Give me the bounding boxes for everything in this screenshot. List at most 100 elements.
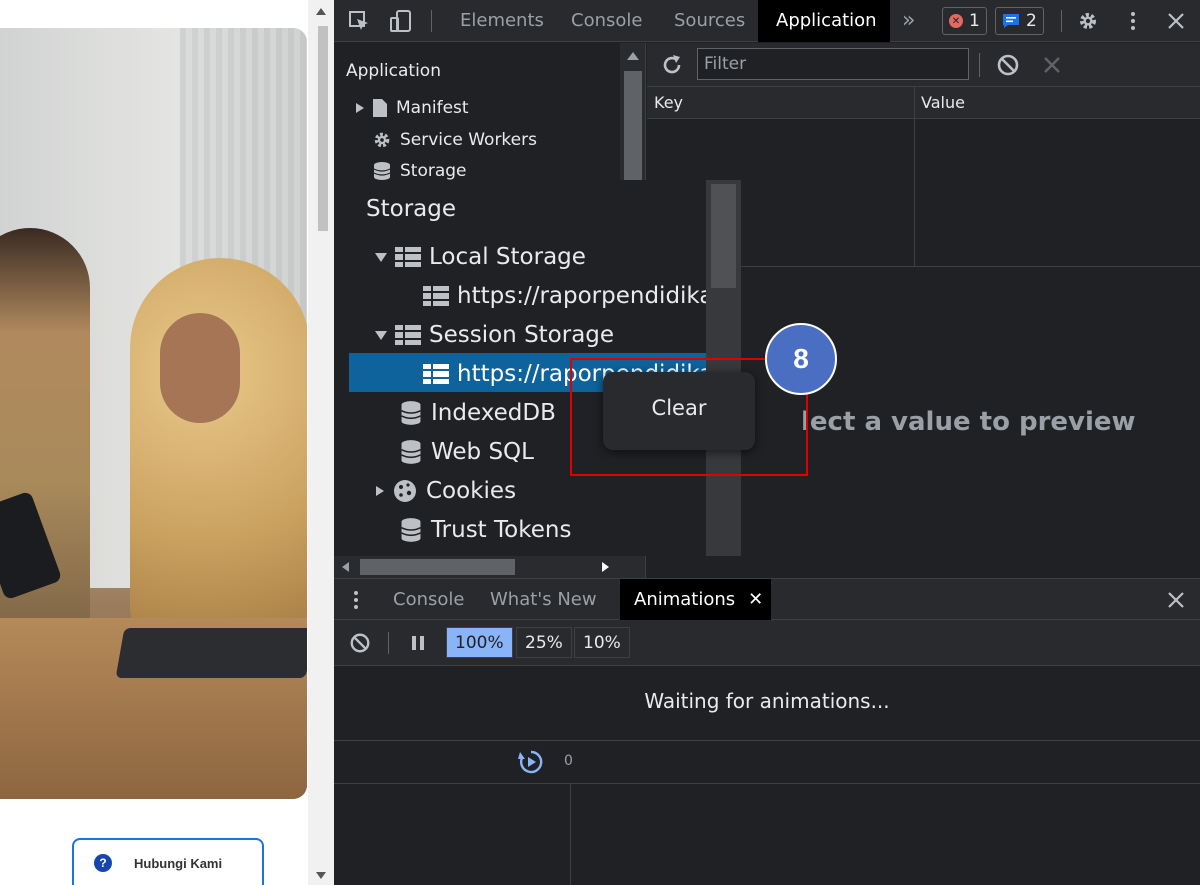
context-menu-clear[interactable]: Clear	[603, 396, 755, 420]
scrollbar-thumb[interactable]	[624, 71, 642, 183]
devtools-drawer: Console What's New Animations ✕ 100% 25%…	[334, 578, 1200, 885]
close-devtools-icon[interactable]	[1165, 10, 1187, 32]
sidebar-item-label: Storage	[400, 161, 467, 181]
filter-input[interactable]	[697, 48, 969, 80]
animations-toolbar: 100% 25% 10%	[334, 620, 1200, 666]
table-icon	[423, 364, 449, 384]
hero-photo	[0, 28, 307, 799]
tree-item-label: IndexedDB	[431, 400, 556, 426]
scrollbar-thumb[interactable]	[711, 184, 736, 288]
speed-100-button[interactable]: 100%	[446, 627, 513, 658]
tree-item-cookies[interactable]: Cookies	[376, 478, 516, 504]
messages-badge[interactable]: 2	[995, 7, 1044, 35]
drawer-tab-bar: Console What's New Animations ✕	[334, 579, 1200, 620]
collapse-arrow-icon	[375, 330, 387, 340]
pause-icon[interactable]	[411, 635, 425, 651]
table-icon	[423, 286, 449, 306]
sidebar-horizontal-scrollbar[interactable]	[334, 556, 645, 578]
sidebar-section-application: Application	[346, 61, 441, 81]
refresh-icon[interactable]	[660, 53, 684, 77]
scroll-up-icon[interactable]	[627, 52, 639, 60]
tree-item-label: Cookies	[426, 478, 517, 504]
web-page: ? Hubungi Kami	[0, 0, 308, 885]
sidebar-item-manifest[interactable]: Manifest	[356, 98, 469, 118]
more-tabs-icon[interactable]: »	[890, 0, 927, 42]
page-scrollbar[interactable]	[308, 0, 334, 885]
scroll-left-icon[interactable]	[342, 562, 349, 572]
replay-timeline-icon[interactable]	[518, 749, 544, 775]
database-icon	[401, 401, 421, 425]
tree-item-label: Session Storage	[429, 322, 615, 348]
more-options-icon[interactable]	[1122, 10, 1144, 32]
speed-25-button[interactable]: 25%	[516, 627, 572, 658]
scroll-down-icon[interactable]	[316, 872, 326, 879]
step-number-badge: 8	[765, 323, 837, 395]
message-icon	[1003, 14, 1019, 28]
clear-animations-icon[interactable]	[349, 632, 371, 654]
tree-item-local-storage[interactable]: Local Storage	[375, 244, 586, 270]
collapse-arrow-icon	[375, 252, 387, 262]
clear-all-icon[interactable]	[996, 53, 1020, 77]
waiting-for-animations-text: Waiting for animations...	[644, 689, 890, 713]
drawer-tab-console[interactable]: Console	[379, 579, 478, 620]
errors-badge[interactable]: ✕ 1	[942, 7, 987, 35]
timeline-marker-line	[570, 784, 571, 885]
devtools-toolbar: Elements Console Sources Application » ✕…	[334, 0, 1200, 42]
column-value[interactable]: Value	[914, 87, 965, 119]
file-icon	[373, 99, 387, 117]
scroll-right-icon[interactable]	[602, 562, 609, 572]
sidebar-scrollbar[interactable]	[620, 43, 645, 183]
table-icon	[395, 325, 421, 345]
error-icon: ✕	[949, 14, 963, 28]
sidebar-item-storage[interactable]: Storage	[372, 161, 467, 181]
tree-item-label: Local Storage	[429, 244, 586, 270]
scroll-up-icon[interactable]	[316, 8, 326, 15]
column-key[interactable]: Key	[647, 87, 683, 119]
device-toolbar-icon[interactable]	[390, 10, 412, 32]
close-drawer-icon[interactable]	[1166, 590, 1186, 610]
messages-count: 2	[1026, 11, 1037, 31]
scrollbar-thumb[interactable]	[360, 559, 515, 575]
tree-item-label: https://raporpendidikan.	[457, 283, 736, 309]
settings-gear-icon[interactable]	[1077, 10, 1099, 32]
database-icon	[373, 162, 391, 180]
storage-table-header: Key Value	[647, 87, 1200, 119]
value-preview-area: lect a value to preview	[741, 266, 1200, 578]
drawer-tab-whats-new[interactable]: What's New	[476, 579, 611, 620]
preview-placeholder-text: lect a value to preview	[801, 407, 1136, 437]
tree-item-label: Web SQL	[431, 439, 534, 465]
sidebar-item-label: Service Workers	[400, 130, 537, 150]
storage-table-toolbar	[647, 43, 1200, 87]
inspect-element-icon[interactable]	[348, 10, 370, 32]
gear-icon	[374, 132, 390, 148]
expand-arrow-icon	[356, 103, 364, 113]
tab-console[interactable]: Console	[553, 0, 660, 42]
contact-us-button[interactable]: ? Hubungi Kami	[72, 838, 264, 885]
zoomed-storage-tree: Storage Local Storage https://raporpendi…	[349, 180, 741, 556]
tree-item-session-storage[interactable]: Session Storage	[375, 322, 614, 348]
expand-arrow-icon	[376, 486, 384, 496]
tab-elements[interactable]: Elements	[442, 0, 562, 42]
delete-selected-icon[interactable]	[1041, 54, 1063, 76]
drawer-tab-label: Animations	[634, 589, 736, 610]
database-icon	[401, 518, 421, 542]
scrollbar-thumb[interactable]	[318, 26, 328, 231]
cookie-icon	[394, 480, 416, 502]
speed-10-button[interactable]: 10%	[574, 627, 630, 658]
zoomed-sidebar-scrollbar[interactable]	[706, 180, 741, 556]
sidebar-item-label: Manifest	[396, 98, 469, 118]
close-tab-icon[interactable]: ✕	[748, 579, 763, 620]
sidebar-item-service-workers[interactable]: Service Workers	[372, 130, 537, 150]
tab-sources[interactable]: Sources	[656, 0, 763, 42]
database-icon	[401, 440, 421, 464]
drawer-menu-icon[interactable]	[352, 589, 360, 611]
drawer-tab-animations[interactable]: Animations ✕	[620, 579, 772, 620]
errors-count: 1	[969, 11, 980, 31]
tree-item-trust-tokens[interactable]: Trust Tokens	[399, 517, 571, 543]
animation-timeline: 0	[334, 740, 1200, 784]
tree-item-websql[interactable]: Web SQL	[399, 439, 534, 465]
tree-item-local-storage-origin[interactable]: https://raporpendidikan.	[423, 283, 735, 309]
tab-application[interactable]: Application	[758, 0, 890, 42]
tree-item-indexeddb[interactable]: IndexedDB	[399, 400, 556, 426]
help-icon: ?	[94, 854, 112, 872]
